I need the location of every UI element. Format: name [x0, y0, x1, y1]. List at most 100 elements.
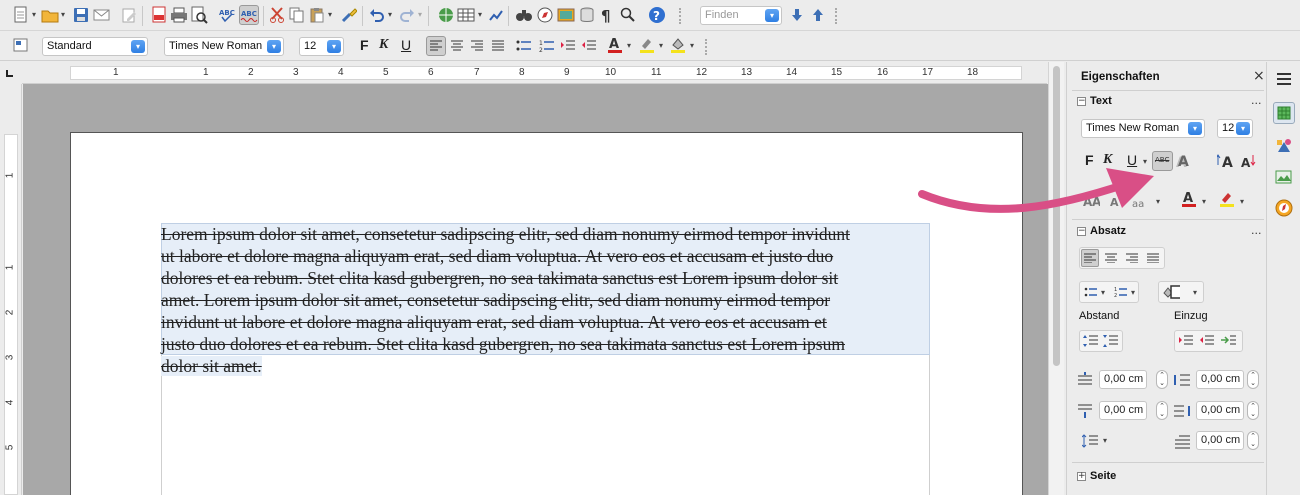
chevron-down-icon[interactable]: ▾ [1188, 122, 1202, 135]
chevron-down-icon[interactable]: ▾ [1101, 288, 1105, 297]
formatting-marks-icon[interactable]: ¶ [598, 6, 616, 24]
find-input[interactable]: Finden ▾ [700, 6, 782, 25]
toolbar-grip[interactable] [835, 8, 840, 24]
find-next-icon[interactable] [788, 6, 806, 24]
more-options-icon[interactable]: ... [1251, 94, 1262, 107]
email-icon[interactable] [93, 6, 111, 24]
bold-button[interactable]: F [360, 37, 369, 53]
sidebar-decrease-indent-icon[interactable] [1198, 332, 1216, 350]
above-spacing-input[interactable]: 0,00 cm [1099, 370, 1147, 389]
text-line[interactable]: Lorem ipsum dolor sit amet, consetetur s… [161, 223, 929, 245]
insert-chart-icon[interactable] [487, 6, 505, 24]
increase-font-icon[interactable]: A [1217, 152, 1235, 170]
hyperlink-icon[interactable] [437, 6, 455, 24]
cut-icon[interactable] [268, 6, 286, 24]
paragraph-background-icon[interactable] [1162, 283, 1180, 301]
sidebar-menu-icon[interactable] [1275, 70, 1293, 88]
copy-icon[interactable] [288, 6, 306, 24]
sidebar-align-left-icon[interactable] [1081, 249, 1099, 267]
edit-mode-icon[interactable] [120, 6, 138, 24]
align-center-icon[interactable] [448, 37, 466, 55]
styles-tab-icon[interactable] [1275, 137, 1293, 155]
chevron-down-icon[interactable]: ▾ [1202, 197, 1206, 206]
align-left-icon[interactable] [426, 36, 446, 56]
insert-image-icon[interactable] [557, 6, 575, 24]
print-preview-icon[interactable] [190, 6, 208, 24]
font-name-select[interactable]: Times New Roman ▾ [164, 37, 284, 56]
document-text[interactable]: Lorem ipsum dolor sit amet, consetetur s… [161, 223, 929, 377]
sidebar-align-center-icon[interactable] [1102, 249, 1120, 267]
paragraph-style-select[interactable]: Standard ▾ [42, 37, 148, 56]
align-justify-icon[interactable] [489, 37, 507, 55]
chevron-down-icon[interactable]: ▾ [131, 40, 145, 53]
collapse-icon[interactable]: − [1077, 97, 1086, 106]
open-folder-icon[interactable] [41, 6, 59, 24]
chevron-down-icon[interactable]: ▾ [478, 10, 482, 19]
navigator-icon[interactable] [536, 6, 554, 24]
find-replace-icon[interactable] [515, 6, 533, 24]
text-line[interactable]: justo duo dolores et ea rebum. Stet clit… [161, 333, 929, 355]
navigator-tab-icon[interactable] [1275, 199, 1293, 217]
text-line[interactable]: invidunt ut labore et dolore magna aliqu… [161, 311, 929, 333]
toolbar-grip[interactable] [679, 8, 684, 24]
highlighting-icon[interactable] [638, 36, 656, 54]
chevron-down-icon[interactable]: ▾ [267, 40, 281, 53]
after-indent-stepper[interactable]: ⌃ ⌄ [1247, 401, 1259, 420]
sidebar-align-justify-icon[interactable] [1144, 249, 1162, 267]
chevron-down-icon[interactable]: ▾ [1131, 288, 1135, 297]
chevron-down-icon[interactable]: ▾ [327, 40, 341, 53]
chevron-down-icon[interactable]: ▾ [690, 41, 694, 50]
chevron-down-icon[interactable]: ▾ [418, 10, 422, 19]
properties-tab-icon[interactable] [1273, 102, 1295, 124]
ruler-corner[interactable] [0, 62, 22, 84]
redo-icon[interactable] [398, 6, 416, 24]
chevron-down-icon[interactable]: ▾ [765, 9, 779, 22]
sidebar-font-color-icon[interactable]: A [1180, 190, 1198, 208]
chevron-down-icon[interactable]: ▾ [1240, 197, 1244, 206]
sidebar-align-right-icon[interactable] [1123, 249, 1141, 267]
underline-button[interactable]: U [401, 37, 411, 53]
text-line[interactable]: dolor sit amet. [161, 356, 262, 376]
paste-icon[interactable] [308, 6, 326, 24]
decrease-font-icon[interactable]: A [1238, 152, 1256, 170]
text-line[interactable]: amet. Lorem ipsum dolor sit amet, conset… [161, 289, 929, 311]
chevron-down-icon[interactable]: ▾ [328, 10, 332, 19]
styles-icon[interactable] [12, 36, 30, 54]
numbered-list-icon[interactable]: 12 [538, 37, 556, 55]
spellcheck-icon[interactable]: ABC [218, 6, 236, 24]
sidebar-numbered-list-icon[interactable]: 12 [1112, 283, 1130, 301]
chevron-down-icon[interactable]: ▾ [388, 10, 392, 19]
expand-icon[interactable]: + [1077, 472, 1086, 481]
chevron-down-icon[interactable]: ▾ [1236, 122, 1250, 135]
chevron-down-icon[interactable]: ▾ [1193, 288, 1197, 297]
below-spacing-stepper[interactable]: ⌃ ⌄ [1156, 401, 1168, 420]
increase-indent-icon[interactable] [559, 37, 577, 55]
table-icon[interactable] [457, 6, 475, 24]
text-line[interactable]: ut labore et dolore magna aliquyam erat,… [161, 245, 929, 267]
before-indent-stepper[interactable]: ⌃ ⌄ [1247, 370, 1259, 389]
first-line-indent-stepper[interactable]: ⌃ ⌄ [1247, 431, 1259, 450]
chevron-down-icon[interactable]: ▾ [659, 41, 663, 50]
auto-spellcheck-icon[interactable]: ABC [239, 5, 259, 25]
close-icon[interactable]: × [1253, 68, 1265, 84]
sidebar-font-name-select[interactable]: Times New Roman ▾ [1081, 119, 1205, 138]
decrease-indent-icon[interactable] [580, 37, 598, 55]
undo-icon[interactable] [368, 6, 386, 24]
background-color-icon[interactable] [669, 36, 687, 54]
sidebar-highlighting-icon[interactable] [1218, 190, 1236, 208]
sidebar-bullet-list-icon[interactable] [1082, 283, 1100, 301]
bullet-list-icon[interactable] [515, 37, 533, 55]
gallery-tab-icon[interactable] [1275, 168, 1293, 186]
text-section-header[interactable]: Text [1090, 95, 1112, 107]
chevron-down-icon[interactable]: ▾ [61, 10, 65, 19]
increase-spacing-icon[interactable] [1082, 332, 1100, 350]
text-line[interactable]: dolores et ea rebum. Stet clita kasd gub… [161, 267, 929, 289]
align-right-icon[interactable] [468, 37, 486, 55]
italic-button[interactable]: K [379, 37, 388, 53]
data-sources-icon[interactable] [578, 6, 596, 24]
after-indent-input[interactable]: 0,00 cm [1196, 401, 1244, 420]
zoom-icon[interactable] [619, 6, 637, 24]
more-options-icon[interactable]: ... [1251, 224, 1262, 237]
help-icon[interactable]: ? [648, 6, 666, 24]
save-icon[interactable] [72, 6, 90, 24]
